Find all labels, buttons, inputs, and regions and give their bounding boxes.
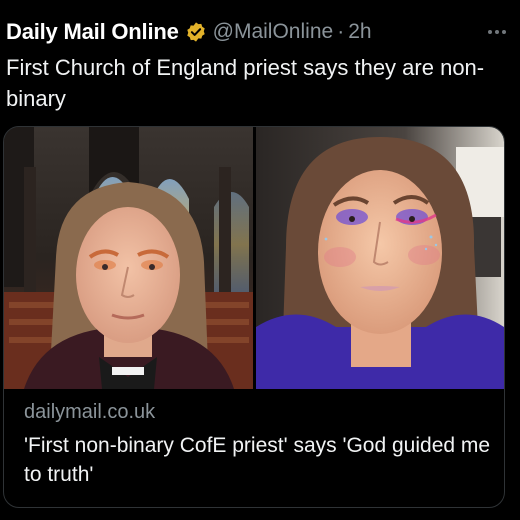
- timestamp[interactable]: 2h: [348, 20, 371, 44]
- more-options-icon[interactable]: [488, 18, 506, 46]
- separator-dot: ·: [337, 20, 345, 43]
- verified-badge-icon: [185, 21, 207, 43]
- link-card[interactable]: dailymail.co.uk 'First non-binary CofE p…: [3, 126, 505, 508]
- tweet[interactable]: Daily Mail Online @MailOnline · 2h First…: [0, 0, 520, 520]
- author-handle[interactable]: @MailOnline: [213, 20, 334, 44]
- card-media[interactable]: [4, 127, 504, 389]
- card-title[interactable]: 'First non-binary CofE priest' says 'God…: [24, 431, 494, 489]
- tweet-header: Daily Mail Online @MailOnline · 2h: [6, 16, 514, 48]
- selfie-with-makeup-photo[interactable]: [256, 127, 504, 389]
- tweet-text: First Church of England priest says they…: [6, 55, 485, 111]
- card-domain: dailymail.co.uk: [24, 401, 156, 423]
- priest-in-church-photo[interactable]: [4, 127, 253, 389]
- card-meta: dailymail.co.uk 'First non-binary CofE p…: [24, 399, 494, 489]
- author-name[interactable]: Daily Mail Online: [6, 19, 179, 45]
